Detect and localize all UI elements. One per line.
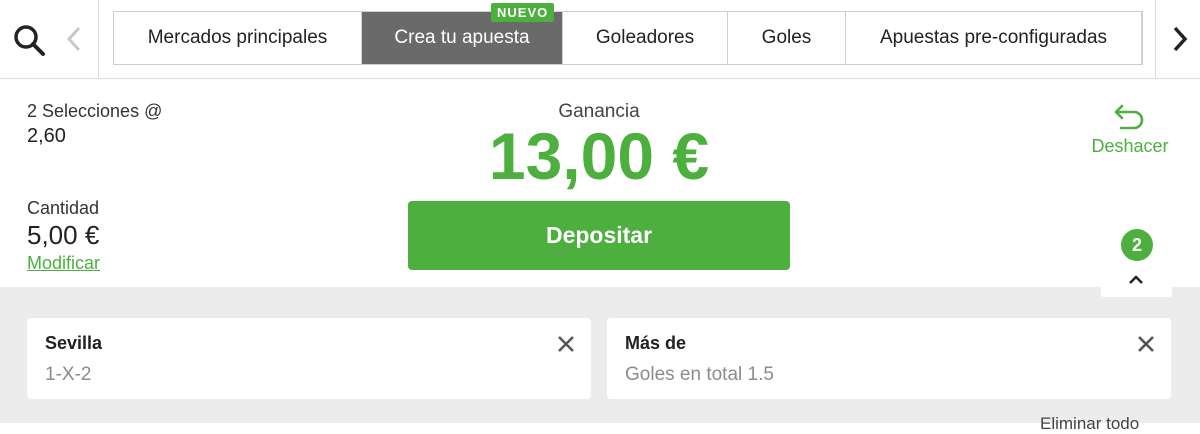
selection-card: Sevilla 1-X-2 [27, 318, 591, 399]
deposit-button[interactable]: Depositar [408, 201, 790, 270]
tab-goleadores[interactable]: Goleadores [563, 12, 728, 64]
tab-label: Goleadores [595, 27, 695, 48]
search-icon[interactable] [8, 18, 50, 60]
chevron-right-icon[interactable] [1164, 20, 1194, 58]
divider [1155, 0, 1156, 79]
selection-market: Goles en total 1.5 [625, 364, 774, 385]
stake-value: 5,00 € [27, 220, 100, 250]
undo-label: Deshacer [1091, 136, 1169, 156]
tab-label: Goles [761, 27, 812, 48]
selection-count-badge: 2 [1121, 229, 1153, 261]
modify-stake-link[interactable]: Modificar [27, 253, 100, 274]
tab-label: Crea tu apuesta [394, 27, 530, 48]
tab-label: Apuestas pre-configuradas [879, 27, 1108, 48]
undo-button[interactable]: Deshacer [1080, 102, 1180, 162]
close-icon[interactable] [1136, 334, 1156, 354]
chevron-left-icon[interactable] [60, 20, 90, 58]
tab-apuestas-pre-configuradas[interactable]: Apuestas pre-configuradas [846, 12, 1142, 64]
selection-market: 1-X-2 [45, 364, 92, 385]
deposit-button-label: Depositar [545, 222, 653, 248]
combined-odds: 2,60 [27, 125, 66, 147]
tab-goles[interactable]: Goles [728, 12, 846, 64]
tab-label: Mercados principales [147, 27, 328, 48]
close-icon[interactable] [556, 334, 576, 354]
selection-card: Más de Goles en total 1.5 [607, 318, 1171, 399]
remove-all-link[interactable]: Eliminar todo [1040, 414, 1139, 434]
undo-icon [1114, 104, 1144, 130]
divider [98, 0, 99, 79]
selections-count-label: 2 Selecciones @ [27, 101, 163, 121]
market-tabs: Mercados principales Crea tu apuesta NUE… [113, 3, 1143, 65]
chevron-up-icon[interactable] [1127, 272, 1145, 286]
tab-crea-tu-apuesta[interactable]: Crea tu apuesta NUEVO [362, 3, 563, 64]
tab-mercados-principales[interactable]: Mercados principales [114, 12, 362, 64]
selection-title: Más de [625, 333, 687, 353]
market-nav-bar: Mercados principales Crea tu apuesta NUE… [0, 0, 1200, 79]
selection-title: Sevilla [45, 333, 103, 353]
new-badge: NUEVO [491, 3, 555, 22]
winnings-value: 13,00 € [488, 119, 710, 193]
stake-label: Cantidad [27, 198, 100, 218]
